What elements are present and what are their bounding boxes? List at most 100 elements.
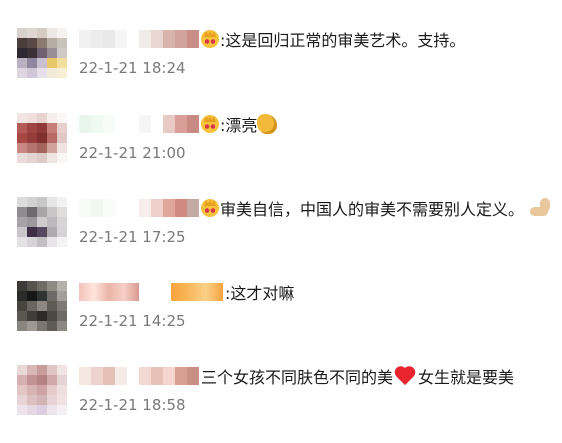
avatar-pixel <box>17 237 27 247</box>
name-pixel <box>91 115 103 133</box>
avatar-pixel <box>47 395 57 405</box>
blurred-username[interactable] <box>79 30 199 48</box>
avatar-pixel <box>47 301 57 311</box>
name-pixel <box>127 367 139 385</box>
name-pixel <box>79 199 91 217</box>
name-pixel <box>139 30 151 48</box>
avatar-pixel <box>17 291 27 301</box>
avatar-pixel <box>57 38 67 48</box>
comment-line: :这才对嘛 <box>79 280 294 304</box>
user-avatar[interactable] <box>17 197 67 247</box>
name-pixel <box>163 30 175 48</box>
avatar-pixel <box>57 197 67 207</box>
avatar-pixel <box>27 143 37 153</box>
blurred-mention[interactable] <box>171 283 223 301</box>
name-pixel <box>79 30 91 48</box>
comment-timestamp: 22-1-21 18:24 <box>79 59 186 77</box>
blurred-username[interactable] <box>79 367 199 385</box>
name-pixel <box>115 115 127 133</box>
comment-item: 审美自信，中国人的审美不需要别人定义。 22-1-21 17:25 <box>0 191 562 275</box>
name-pixel <box>91 367 103 385</box>
name-pixel <box>103 367 115 385</box>
name-pixel <box>103 199 115 217</box>
avatar-pixel <box>17 405 27 415</box>
name-pixel <box>163 367 175 385</box>
name-pixel <box>151 30 163 48</box>
avatar-pixel <box>47 385 57 395</box>
avatar-pixel <box>47 311 57 321</box>
avatar-pixel <box>57 227 67 237</box>
user-avatar[interactable] <box>17 113 67 163</box>
avatar-pixel <box>17 301 27 311</box>
avatar-pixel <box>27 197 37 207</box>
name-pixel <box>139 367 151 385</box>
comment-text: 审美自信，中国人的审美不需要别人定义。 <box>220 200 525 219</box>
avatar-pixel <box>27 291 37 301</box>
avatar-pixel <box>27 153 37 163</box>
name-pixel <box>187 367 199 385</box>
avatar-pixel <box>27 405 37 415</box>
avatar-pixel <box>47 237 57 247</box>
avatar-pixel <box>27 375 37 385</box>
user-avatar[interactable] <box>17 365 67 415</box>
avatar-pixel <box>17 217 27 227</box>
avatar-pixel <box>17 58 27 68</box>
name-pixel <box>151 367 163 385</box>
avatar-pixel <box>17 143 27 153</box>
avatar-pixel <box>47 68 57 78</box>
avatar-pixel <box>57 28 67 38</box>
name-pixel <box>103 30 115 48</box>
avatar-pixel <box>17 68 27 78</box>
avatar-pixel <box>37 405 47 415</box>
avatar-pixel <box>27 395 37 405</box>
avatar-pixel <box>37 38 47 48</box>
avatar-pixel <box>17 28 27 38</box>
name-pixel <box>163 115 175 133</box>
avatar-pixel <box>37 291 47 301</box>
avatar-pixel <box>57 291 67 301</box>
blurred-username[interactable] <box>79 115 199 133</box>
avatar-pixel <box>37 395 47 405</box>
comment-text: 三个女孩不同肤色不同的美 <box>201 368 394 387</box>
avatar-pixel <box>27 321 37 331</box>
blurred-username[interactable] <box>79 283 139 301</box>
name-pixel <box>151 115 163 133</box>
name-pixel <box>127 115 139 133</box>
comment-line: 审美自信，中国人的审美不需要别人定义。 <box>79 196 555 220</box>
avatar-pixel <box>57 281 67 291</box>
avatar-pixel <box>37 113 47 123</box>
user-avatar[interactable] <box>17 281 67 331</box>
avatar-pixel <box>17 385 27 395</box>
avatar-pixel <box>57 375 67 385</box>
comment-item: :这才对嘛 22-1-21 14:25 <box>0 275 562 359</box>
user-avatar[interactable] <box>17 28 67 78</box>
avatar-pixel <box>27 311 37 321</box>
comment-item: :这是回归正常的审美艺术。支持。 22-1-21 18:24 <box>0 22 562 106</box>
avatar-pixel <box>17 123 27 133</box>
name-pixel <box>175 199 187 217</box>
comment-timestamp: 22-1-21 17:25 <box>79 228 186 246</box>
comment-text: :这是回归正常的审美艺术。支持。 <box>220 31 466 50</box>
avatar-pixel <box>27 207 37 217</box>
crown-face-emoji <box>201 199 219 217</box>
name-pixel <box>115 199 127 217</box>
avatar-pixel <box>47 113 57 123</box>
name-pixel <box>175 115 187 133</box>
avatar-pixel <box>17 48 27 58</box>
avatar-pixel <box>37 217 47 227</box>
avatar-pixel <box>57 123 67 133</box>
avatar-pixel <box>37 311 47 321</box>
avatar-pixel <box>57 395 67 405</box>
avatar-pixel <box>37 385 47 395</box>
avatar-pixel <box>37 197 47 207</box>
avatar-pixel <box>17 113 27 123</box>
avatar-pixel <box>57 207 67 217</box>
avatar-pixel <box>27 68 37 78</box>
avatar-pixel <box>47 365 57 375</box>
avatar-pixel <box>57 237 67 247</box>
blurred-username[interactable] <box>79 199 199 217</box>
avatar-pixel <box>27 28 37 38</box>
comment-line: :漂亮 <box>79 112 278 136</box>
avatar-pixel <box>57 217 67 227</box>
comment-item: 三个女孩不同肤色不同的美 女生就是要美 22-1-21 18:58 <box>0 359 562 443</box>
